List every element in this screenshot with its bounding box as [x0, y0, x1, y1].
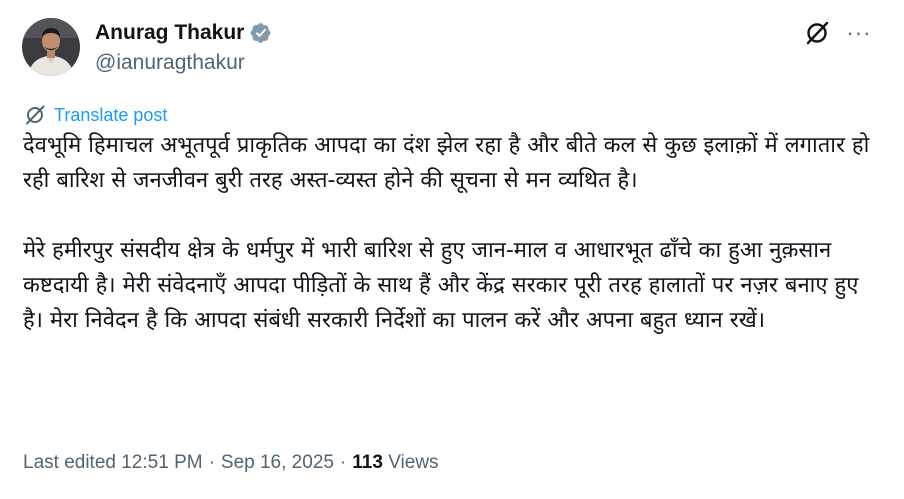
grok-icon — [806, 21, 829, 45]
verified-badge-icon[interactable] — [250, 22, 272, 44]
post-paragraph: मेरे हमीरपुर संसदीय क्षेत्र के धर्मपुर म… — [23, 238, 859, 333]
translate-post-link[interactable]: Translate post — [24, 104, 167, 126]
avatar-image — [22, 18, 80, 76]
views-label: Views — [388, 452, 439, 473]
translate-post-label: Translate post — [54, 104, 168, 125]
views-count: 113 — [352, 452, 383, 473]
meta-separator: · — [208, 452, 215, 473]
meta-separator: · — [339, 452, 347, 473]
grok-button[interactable] — [803, 19, 831, 47]
more-options-button[interactable]: ··· — [845, 19, 873, 47]
post-date[interactable]: Sep 16, 2025 — [221, 452, 334, 474]
post-paragraph: देवभूमि हिमाचल अभूतपूर्व प्राकृतिक आपदा … — [23, 133, 870, 193]
author-handle[interactable]: @ianuragthakur — [95, 51, 245, 75]
grok-icon — [26, 105, 45, 125]
author-display-name[interactable]: Anurag Thakur — [95, 21, 244, 45]
post-text: देवभूमि हिमाचल अभूतपूर्व प्राकृतिक आपदा … — [23, 128, 873, 338]
avatar[interactable] — [22, 18, 80, 76]
author-name-row: Anurag Thakur — [95, 21, 272, 45]
post-meta: Last edited 12:51 PM · Sep 16, 2025 · 11… — [23, 452, 439, 474]
last-edited-time[interactable]: Last edited 12:51 PM — [23, 452, 203, 474]
